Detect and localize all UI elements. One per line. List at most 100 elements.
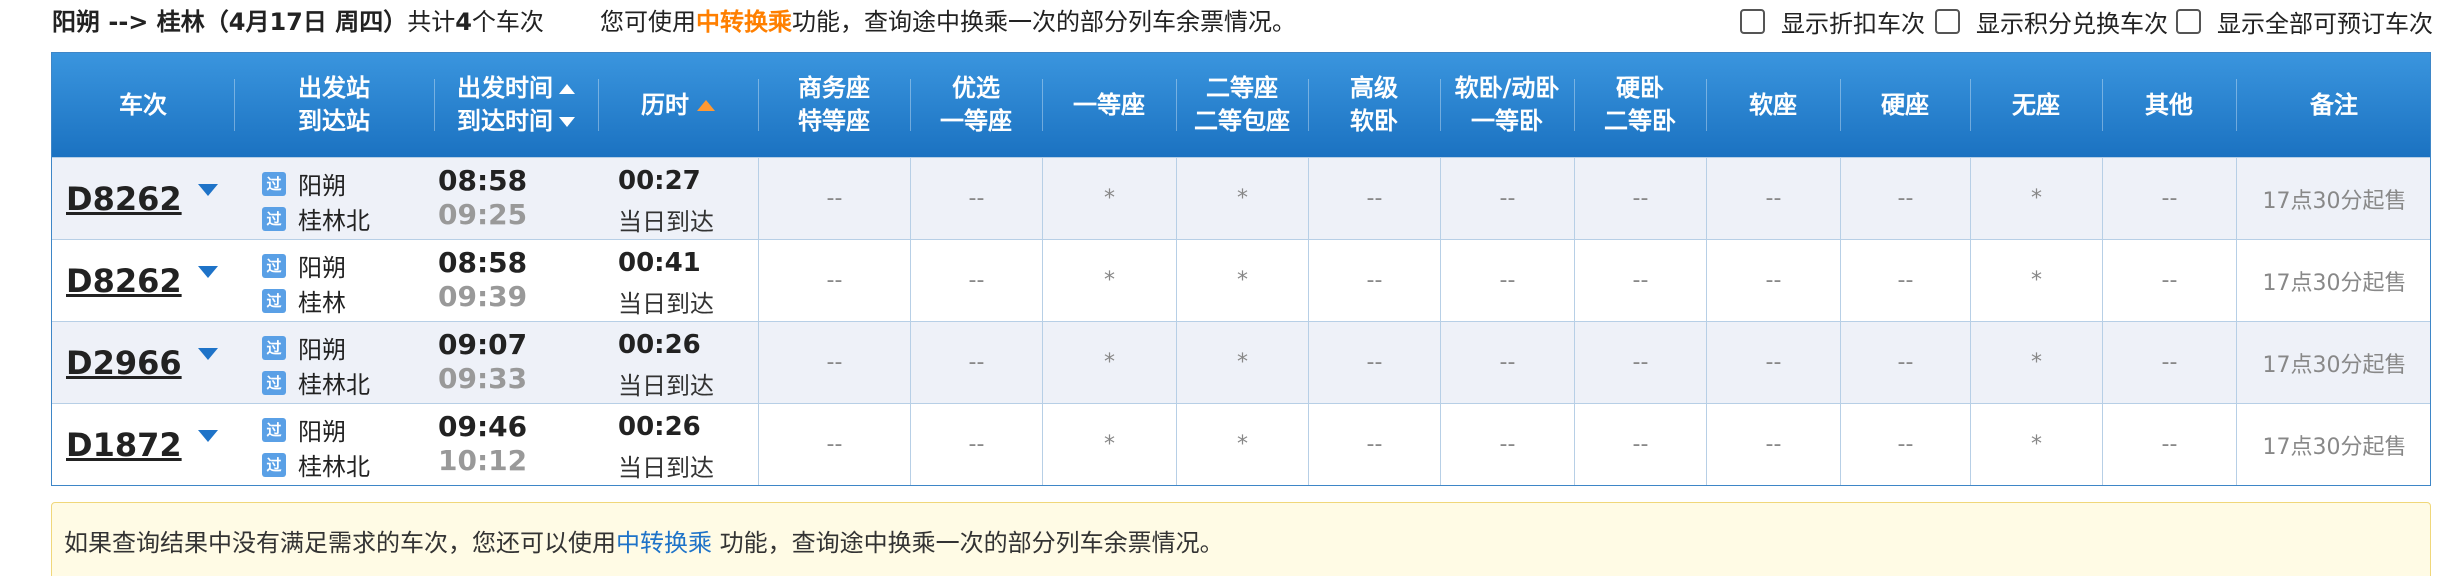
sort-departure[interactable]: 出发时间	[457, 72, 575, 105]
train-count: 4	[455, 8, 472, 36]
checkbox-box[interactable]	[2176, 9, 2201, 34]
col-remark-label: 备注	[2310, 90, 2358, 119]
col-business-bottom: 特等座	[798, 107, 870, 135]
seat-none[interactable]: *	[1970, 240, 2102, 321]
seat-other[interactable]: --	[2102, 404, 2236, 485]
col-times[interactable]: 出发时间 到达时间	[434, 53, 598, 157]
col-duration[interactable]: 历时	[598, 53, 758, 157]
seat-soft-sleeper[interactable]: --	[1440, 158, 1574, 239]
duration-value: 00:27	[618, 166, 701, 196]
train-results-table: 车次 出发站 到达站 出发时间 到达时间 历时 商务座 特等座 优选 一等座 一等座 二…	[51, 52, 2431, 486]
seat-second[interactable]: *	[1176, 240, 1308, 321]
seat-hard[interactable]: --	[1840, 240, 1970, 321]
seat-soft[interactable]: --	[1706, 240, 1840, 321]
train-number-text[interactable]: D8262	[66, 180, 182, 218]
from-station-name: 阳朔	[298, 172, 346, 200]
transfer-link[interactable]: 中转换乘	[696, 8, 792, 36]
train-number[interactable]: D1872	[52, 404, 234, 485]
col-preferred-top: 优选	[952, 74, 1000, 102]
seat-deluxe-sleeper[interactable]: --	[1308, 240, 1440, 321]
seat-hard[interactable]: --	[1840, 322, 1970, 403]
train-number[interactable]: D8262	[52, 158, 234, 239]
train-number[interactable]: D8262	[52, 240, 234, 321]
seat-hard-sleeper[interactable]: --	[1574, 322, 1706, 403]
seat-hard-sleeper[interactable]: --	[1574, 240, 1706, 321]
seat-deluxe-sleeper[interactable]: --	[1308, 404, 1440, 485]
arrival-day: 当日到达	[618, 372, 714, 400]
col-stations: 出发站 到达站	[234, 53, 434, 157]
train-number-text[interactable]: D1872	[66, 426, 182, 464]
seat-business[interactable]: --	[758, 404, 910, 485]
arrival-time: 10:12	[438, 444, 528, 477]
seat-hard-sleeper[interactable]: --	[1574, 158, 1706, 239]
seat-preferred-first[interactable]: --	[910, 240, 1042, 321]
seat-preferred-first[interactable]: --	[910, 404, 1042, 485]
table-row: D2966 过阳朔过桂林北 09:07 09:33 00:26 当日到达 -- -- * * -- -…	[52, 321, 2430, 403]
chevron-down-icon[interactable]	[198, 430, 218, 442]
from-station-name: 阳朔	[298, 336, 346, 364]
chevron-down-icon[interactable]	[198, 348, 218, 360]
departure-time: 08:58	[438, 164, 528, 197]
seat-business[interactable]: --	[758, 240, 910, 321]
pass-through-icon: 过	[262, 417, 286, 442]
train-number-text[interactable]: D2966	[66, 344, 182, 382]
seat-soft[interactable]: --	[1706, 404, 1840, 485]
seat-preferred-first[interactable]: --	[910, 322, 1042, 403]
seat-deluxe-sleeper[interactable]: --	[1308, 158, 1440, 239]
seat-other[interactable]: --	[2102, 240, 2236, 321]
seat-business[interactable]: --	[758, 322, 910, 403]
show-discount-checkbox[interactable]: 显示折扣车次	[1740, 4, 1925, 39]
seat-other[interactable]: --	[2102, 158, 2236, 239]
col-no-seat-label: 无座	[2012, 90, 2060, 119]
seat-first[interactable]: *	[1042, 404, 1176, 485]
seat-second[interactable]: *	[1176, 404, 1308, 485]
notice-transfer-link[interactable]: 中转换乘	[616, 529, 712, 557]
times: 08:58 09:39	[434, 240, 598, 321]
to-station: 过桂林北	[262, 447, 370, 482]
duration-value: 00:41	[618, 248, 701, 278]
checkbox-box[interactable]	[1740, 9, 1765, 34]
show-points-checkbox[interactable]: 显示积分兑换车次	[1935, 4, 2168, 39]
seat-first[interactable]: *	[1042, 322, 1176, 403]
seat-second[interactable]: *	[1176, 158, 1308, 239]
seat-second[interactable]: *	[1176, 322, 1308, 403]
chevron-down-icon[interactable]	[198, 184, 218, 196]
from-station: 过阳朔	[262, 412, 346, 447]
col-first-label: 一等座	[1073, 90, 1145, 119]
stations: 过阳朔过桂林北	[234, 404, 434, 485]
seat-soft[interactable]: --	[1706, 322, 1840, 403]
sort-active-icon	[697, 100, 715, 111]
col-stations-top: 出发站	[298, 74, 370, 102]
seat-soft-sleeper[interactable]: --	[1440, 404, 1574, 485]
seat-soft-sleeper[interactable]: --	[1440, 240, 1574, 321]
col-deluxe-bottom: 软卧	[1350, 107, 1398, 135]
seat-soft[interactable]: --	[1706, 158, 1840, 239]
seat-first[interactable]: *	[1042, 240, 1176, 321]
chevron-down-icon[interactable]	[198, 266, 218, 278]
seat-first[interactable]: *	[1042, 158, 1176, 239]
seat-none[interactable]: *	[1970, 404, 2102, 485]
seat-preferred-first[interactable]: --	[910, 158, 1042, 239]
col-first-class: 一等座	[1042, 53, 1176, 157]
seat-hard[interactable]: --	[1840, 404, 1970, 485]
seat-business[interactable]: --	[758, 158, 910, 239]
seat-hard[interactable]: --	[1840, 158, 1970, 239]
seat-none[interactable]: *	[1970, 322, 2102, 403]
checkbox-box[interactable]	[1935, 9, 1960, 34]
seat-none[interactable]: *	[1970, 158, 2102, 239]
seat-other[interactable]: --	[2102, 322, 2236, 403]
from-station-name: 阳朔	[298, 418, 346, 446]
sort-arrival[interactable]: 到达时间	[457, 105, 575, 138]
col-soft-sleeper-bottom: 一等卧	[1471, 107, 1543, 135]
notice-prefix: 如果查询结果中没有满足需求的车次，您还可以使用	[64, 529, 616, 557]
seat-soft-sleeper[interactable]: --	[1440, 322, 1574, 403]
train-number-text[interactable]: D8262	[66, 262, 182, 300]
train-number[interactable]: D2966	[52, 322, 234, 403]
seat-hard-sleeper[interactable]: --	[1574, 404, 1706, 485]
show-all-bookable-checkbox[interactable]: 显示全部可预订车次	[2176, 4, 2433, 39]
to-station: 过桂林	[262, 283, 346, 318]
departure-time: 08:58	[438, 246, 528, 279]
table-body: D8262 过阳朔过桂林北 08:58 09:25 00:27 当日到达 -- -- * * -- -…	[52, 157, 2430, 485]
seat-deluxe-sleeper[interactable]: --	[1308, 322, 1440, 403]
col-second-top: 二等座	[1206, 74, 1278, 102]
